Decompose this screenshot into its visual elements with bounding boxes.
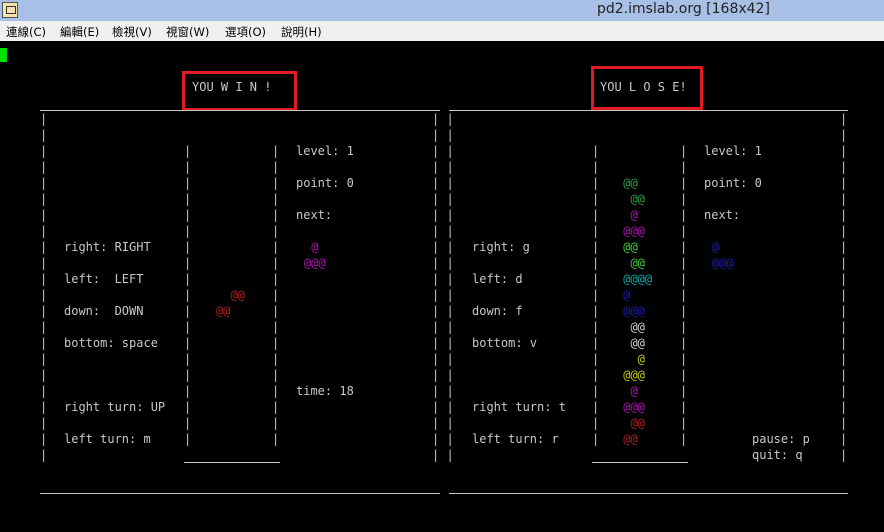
left-outer-border-right: | | | | | | | | | | | | | | | | | | | | … [432,112,454,462]
left-top-border [40,110,440,111]
menu-connection[interactable]: 連線(C) [6,24,46,40]
left-falling-piece-row: @@ [216,288,245,302]
right-stack-row: @@ [616,176,638,190]
right-level: level: 1 [704,144,762,158]
right-stack-row: @@@@ [616,272,653,286]
text-cursor [0,48,7,62]
left-control-right: right: RIGHT [64,240,151,254]
left-control-right-turn: right turn: UP [64,400,166,414]
right-stack-row: @ [616,352,645,366]
win-message: YOU W I N ! [192,80,272,94]
right-next-piece-row: @ [712,240,720,254]
right-quit-key: quit: q [752,448,803,462]
right-stack-row: @ [616,288,631,302]
left-time: time: 18 [296,384,354,398]
left-next-piece-row: @@@ [304,256,326,270]
right-stack-row: @@ [616,240,638,254]
left-next-piece-row: @ [304,240,319,254]
left-control-left: left: LEFT [64,272,144,286]
right-control-right: right: g [472,240,530,254]
terminal-screen[interactable]: YOU W I N ! | | | | | | | | | | | | | | … [0,41,884,532]
menu-options[interactable]: 選項(O) [225,24,266,40]
right-well-wall-left: | | | | | | | | | | | | | | | | | | | [592,144,600,446]
menu-help[interactable]: 說明(H) [281,24,322,40]
right-control-left: left: d [472,272,523,286]
right-outer-border-right: | | | | | | | | | | | | | | | | | | | | … [840,112,848,462]
left-control-left-turn: left turn: m [64,432,151,446]
right-well-floor [592,462,688,463]
menu-bar: 連線(C) 編輯(E) 檢視(V) 視窗(W) 選項(O) 說明(H) [0,21,884,41]
right-stack-row: @ [616,384,638,398]
menu-window[interactable]: 視窗(W) [166,24,209,40]
right-stack-row: @@@ [616,368,645,382]
right-stack-row: @@@ [616,224,645,238]
right-control-down: down: f [472,304,523,318]
right-stack-row: @@ [616,320,645,334]
right-bottom-border [449,493,848,494]
left-well-wall-right: | | | | | | | | | | | | | | | | | | | [272,144,280,446]
right-control-right-turn: right turn: t [472,400,566,414]
left-control-down: down: DOWN [64,304,144,318]
right-next-label: next: [704,208,741,222]
right-next-piece-row: @@@ [712,256,734,270]
right-point: point: 0 [704,176,762,190]
right-stack-row: @@ [616,256,645,270]
left-control-bottom: bottom: space [64,336,158,350]
right-top-border [449,110,848,111]
menu-edit[interactable]: 編輯(E) [60,24,99,40]
right-control-bottom: bottom: v [472,336,538,350]
left-well-wall-left: | | | | | | | | | | | | | | | | | | | [184,144,192,446]
right-stack-row: @@@ [616,400,645,414]
left-point: point: 0 [296,176,354,190]
right-well-wall-right: | | | | | | | | | | | | | | | | | | | [680,144,688,446]
left-well-floor [184,462,280,463]
right-stack-row: @@@ [616,304,645,318]
window-titlebar: pd2.imslab.org [168x42] [0,0,884,22]
window-title: pd2.imslab.org [168x42] [597,1,770,17]
right-stack-row: @@ [616,336,645,350]
left-next-label: next: [296,208,333,222]
menu-view[interactable]: 檢視(V) [112,24,152,40]
left-falling-piece-row: @@ [216,304,231,318]
left-outer-border-left: | | | | | | | | | | | | | | | | | | | | … [40,112,48,462]
right-stack-row: @ [616,208,638,222]
lose-message: YOU L O S E! [600,80,687,94]
right-pause-key: pause: p [752,432,810,446]
right-stack-row: @@ [616,192,645,206]
right-stack-row: @@ [616,416,645,430]
putty-terminal-icon[interactable] [2,2,18,18]
left-level: level: 1 [296,144,354,158]
right-control-left-turn: left turn: r [472,432,559,446]
left-bottom-border [40,493,440,494]
right-stack-row: @@ [616,432,638,446]
